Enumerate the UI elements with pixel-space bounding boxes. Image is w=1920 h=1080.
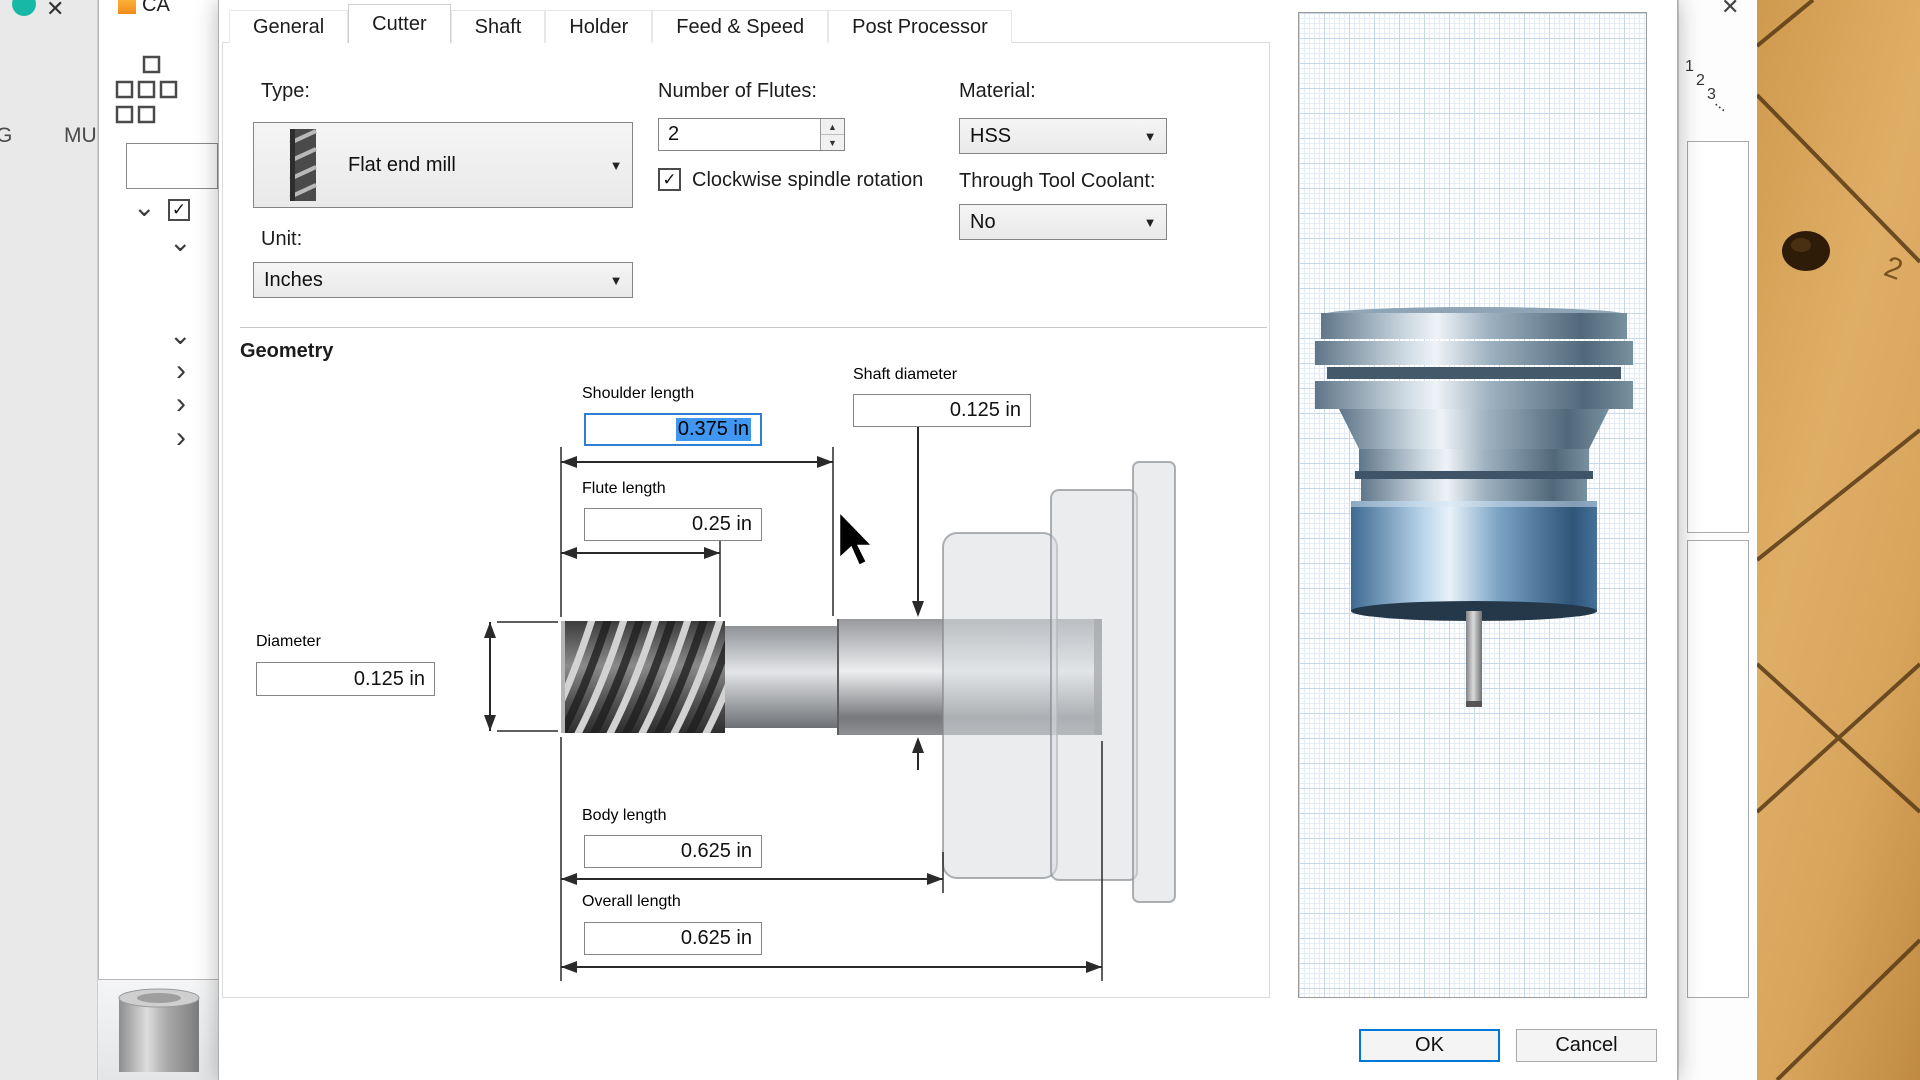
- spinner-down-icon[interactable]: ▼: [821, 135, 844, 150]
- diameter-value: 0.125 in: [354, 668, 425, 691]
- chevron-right-icon[interactable]: ›: [176, 427, 186, 449]
- shoulder-length-value: 0.375 in: [676, 418, 751, 441]
- shoulder-length-label: Shoulder length: [582, 385, 694, 403]
- cylinder-part-graphic: [114, 988, 204, 1080]
- tab-feed-speed[interactable]: Feed & Speed: [652, 10, 828, 43]
- material-value: HSS: [960, 125, 1134, 148]
- chevron-down-icon: ▼: [600, 158, 632, 173]
- spindle-rotation-checkbox[interactable]: ✓: [658, 168, 681, 191]
- diameter-label: Diameter: [256, 633, 321, 651]
- chevron-down-icon: ▼: [1134, 129, 1166, 144]
- pattern-grid-icon[interactable]: [114, 55, 204, 130]
- tab-cutter[interactable]: Cutter: [348, 4, 450, 43]
- coolant-label: Through Tool Coolant:: [959, 170, 1155, 193]
- unit-value: Inches: [254, 269, 600, 292]
- drawing-sheet-panel: 1 2 3 ... ✕: [1678, 0, 1757, 1080]
- diameter-input[interactable]: 0.125 in: [256, 662, 435, 696]
- toolbar-label-mu: MU: [64, 124, 97, 148]
- unit-dropdown[interactable]: Inches ▼: [253, 262, 633, 298]
- toolbar-label-g: G: [0, 124, 12, 148]
- spindle-rotation-label: Clockwise spindle rotation: [692, 169, 923, 192]
- coolant-value: No: [960, 211, 1134, 234]
- holder-3d-render: [1299, 13, 1648, 999]
- shaft-diameter-input[interactable]: 0.125 in: [853, 394, 1031, 427]
- chevron-down-icon[interactable]: ⌄: [169, 324, 192, 346]
- body-length-input[interactable]: 0.625 in: [584, 835, 762, 868]
- overall-length-label: Overall length: [582, 893, 681, 911]
- checkmark-icon: ✓: [172, 200, 186, 220]
- palette-title: CA: [142, 0, 170, 17]
- checkmark-icon: ✓: [662, 170, 676, 190]
- unit-label: Unit:: [261, 228, 302, 251]
- flute-length-input[interactable]: 0.25 in: [584, 508, 762, 541]
- tab-post-processor[interactable]: Post Processor: [828, 10, 1012, 43]
- flutes-label: Number of Flutes:: [658, 80, 817, 103]
- palette-app-icon: [118, 0, 136, 14]
- chevron-right-icon[interactable]: ›: [176, 360, 186, 382]
- section-divider: [240, 327, 1267, 328]
- tab-general[interactable]: General: [229, 10, 348, 43]
- shaft-diameter-label: Shaft diameter: [853, 366, 957, 384]
- tab-shaft[interactable]: Shaft: [451, 10, 546, 43]
- coolant-dropdown[interactable]: No ▼: [959, 204, 1167, 240]
- tab-holder[interactable]: Holder: [545, 10, 652, 43]
- close-icon[interactable]: ✕: [1721, 0, 1739, 20]
- type-dropdown[interactable]: Flat end mill ▼: [253, 122, 633, 208]
- type-value: Flat end mill: [338, 154, 600, 177]
- search-input[interactable]: [126, 143, 218, 189]
- spinner-buttons: ▲ ▼: [820, 119, 844, 150]
- sheet-frame-box: [1687, 141, 1749, 533]
- chevron-down-icon[interactable]: ⌄: [133, 196, 156, 218]
- body-length-label: Body length: [582, 807, 667, 825]
- close-icon[interactable]: ✕: [46, 0, 64, 22]
- tree-checkbox[interactable]: ✓: [168, 199, 190, 221]
- chevron-down-icon: ▼: [1134, 215, 1166, 230]
- spinner-up-icon[interactable]: ▲: [821, 119, 844, 135]
- model-viewport-wood[interactable]: 2: [1757, 0, 1920, 1080]
- body-length-value: 0.625 in: [681, 840, 752, 863]
- chevron-down-icon[interactable]: ⌄: [169, 231, 192, 253]
- overall-length-value: 0.625 in: [681, 927, 752, 950]
- wood-engraving-graphic: [1757, 0, 1920, 1080]
- sheet-frame-box: [1687, 540, 1749, 998]
- sheet-number: 2: [1696, 72, 1705, 90]
- material-dropdown[interactable]: HSS ▼: [959, 118, 1167, 154]
- overall-length-input[interactable]: 0.625 in: [584, 922, 762, 955]
- flutes-value: 2: [659, 119, 820, 150]
- sheet-number: 1: [1685, 58, 1694, 76]
- end-mill-thumbnail-icon: [268, 127, 338, 203]
- flute-length-value: 0.25 in: [692, 513, 752, 536]
- chevron-right-icon[interactable]: ›: [176, 393, 186, 415]
- geometry-section-title: Geometry: [240, 340, 333, 363]
- shoulder-length-input[interactable]: 0.375 in: [584, 413, 762, 446]
- ok-button[interactable]: OK: [1359, 1029, 1500, 1062]
- tool-preview-panel[interactable]: [1298, 12, 1647, 998]
- dialog-tabs: General Cutter Shaft Holder Feed & Speed…: [229, 4, 1012, 43]
- status-circle-icon[interactable]: [12, 0, 36, 16]
- model-viewport-corner[interactable]: [98, 980, 218, 1080]
- cancel-button[interactable]: Cancel: [1516, 1029, 1657, 1062]
- type-label: Type:: [261, 80, 310, 103]
- app-left-toolbar: ✕ G MU: [0, 0, 98, 1080]
- shaft-diameter-value: 0.125 in: [950, 399, 1021, 422]
- material-label: Material:: [959, 80, 1036, 103]
- flute-length-label: Flute length: [582, 480, 666, 498]
- mouse-cursor: [830, 505, 890, 575]
- chevron-down-icon: ▼: [600, 273, 632, 288]
- flutes-stepper[interactable]: 2 ▲ ▼: [658, 118, 845, 151]
